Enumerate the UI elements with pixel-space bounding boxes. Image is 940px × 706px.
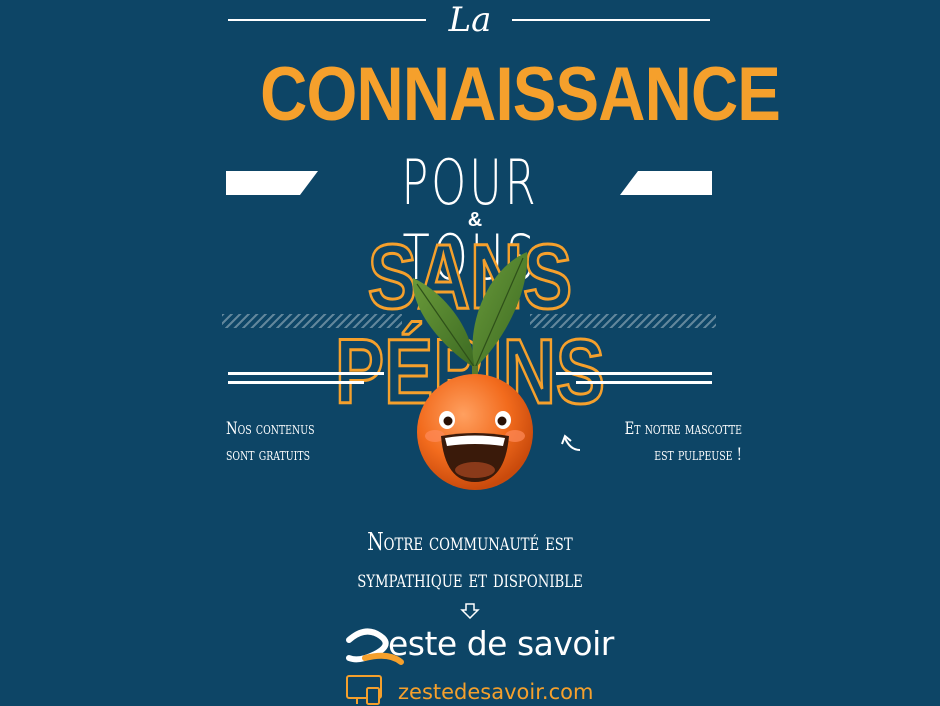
- mid-rule-right-2: [576, 381, 712, 384]
- ribbon-left: [226, 171, 318, 195]
- caption-right-line1: Et notre mascotte: [624, 419, 742, 439]
- mid-rule-left-1: [228, 372, 384, 375]
- article-la: La: [448, 0, 492, 40]
- caption-left-line1: Nos contenus: [226, 419, 315, 439]
- clementine-mascot: [412, 252, 533, 490]
- caption-left-line2: sont gratuits: [226, 445, 310, 465]
- ribbon-right: [620, 171, 712, 195]
- mid-rule-right-1: [556, 372, 712, 375]
- devices-icon: [346, 675, 382, 705]
- community-line1: Notre communauté est: [367, 528, 573, 556]
- headline-connaissance: CONNAISSANCE: [260, 52, 781, 137]
- community-text: Notre communauté est sympathique et disp…: [337, 524, 602, 604]
- curved-arrow-icon: [561, 434, 581, 451]
- website-link[interactable]: zestedesavoir.com: [398, 678, 618, 706]
- mid-rule-left-2: [228, 381, 364, 384]
- community-line2: sympathique et disponible: [357, 565, 583, 593]
- down-arrow-icon: [460, 603, 480, 619]
- caption-right: Et notre mascotte est pulpeuse !: [608, 416, 742, 468]
- top-rule-right: [512, 19, 710, 21]
- brand-name: este de savoir: [388, 624, 614, 663]
- caption-right-line2: est pulpeuse !: [654, 445, 742, 465]
- caption-left: Nos contenus sont gratuits: [226, 416, 343, 468]
- top-rule-left: [228, 19, 426, 21]
